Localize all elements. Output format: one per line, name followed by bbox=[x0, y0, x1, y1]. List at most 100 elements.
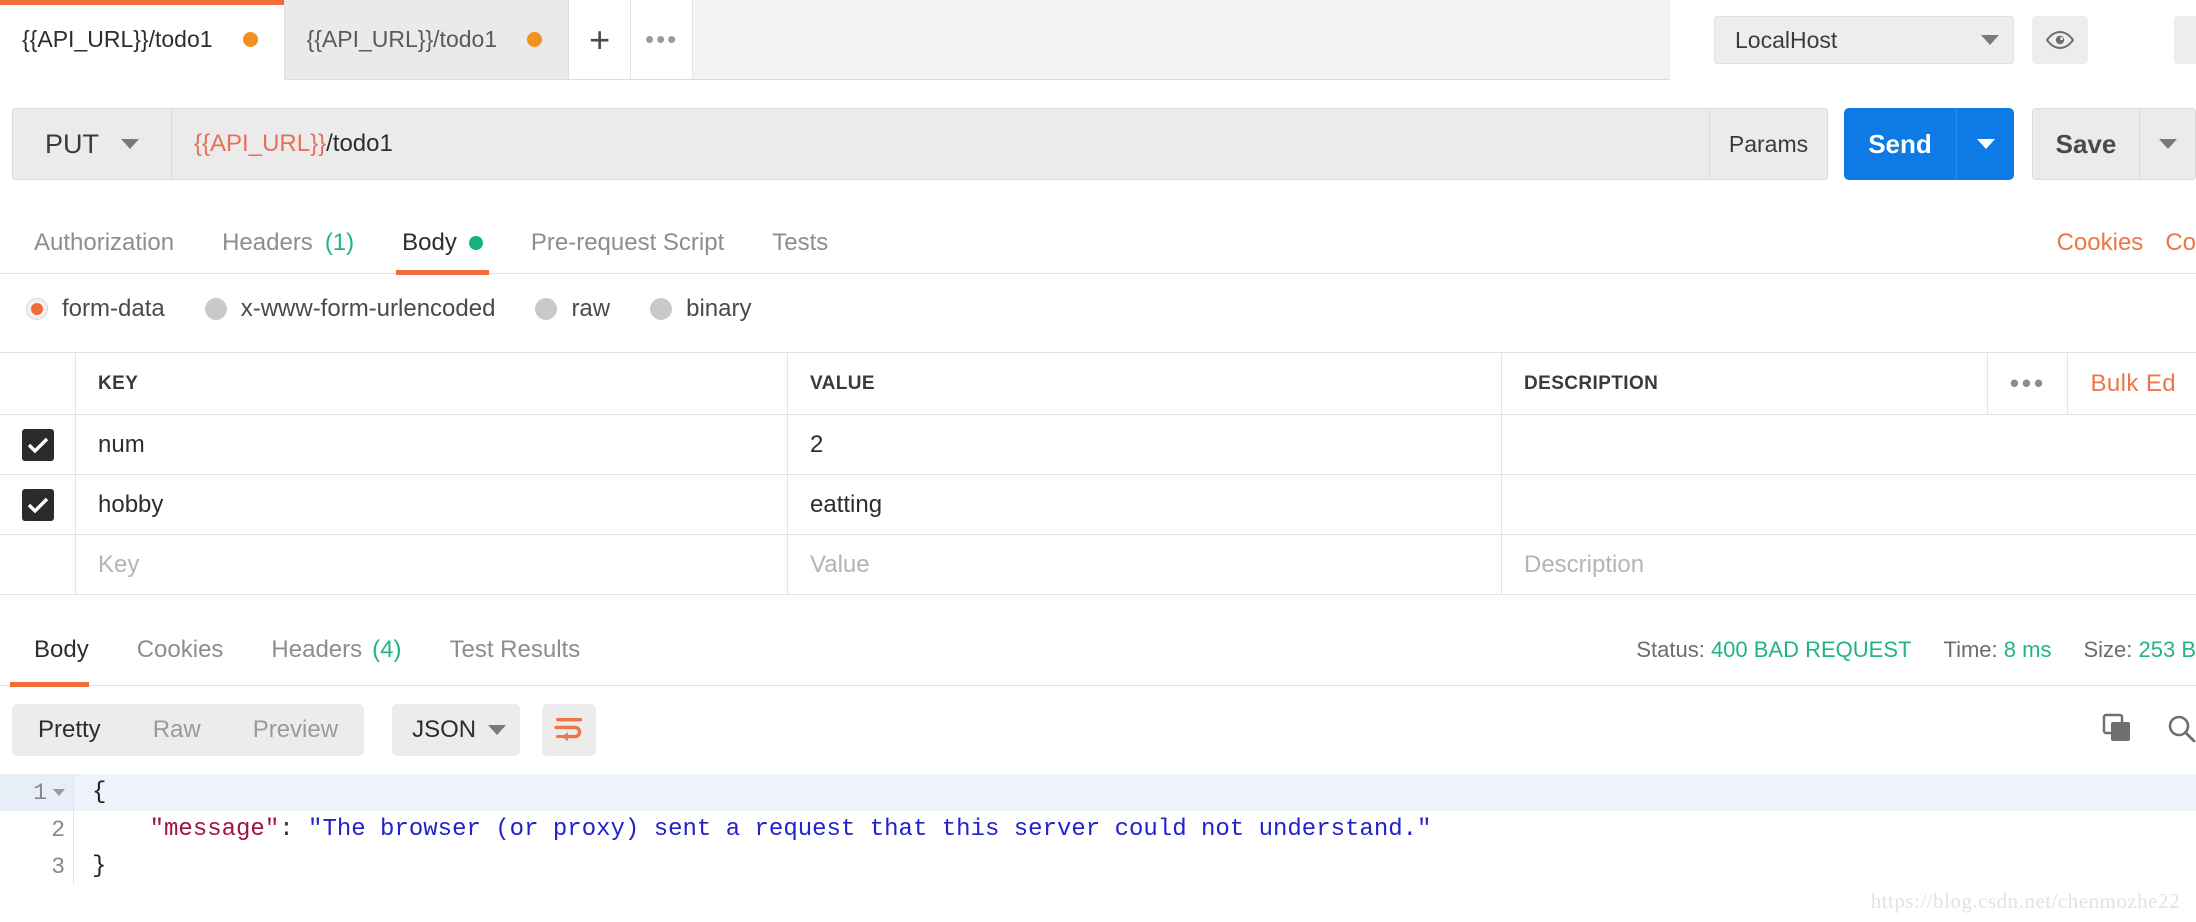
fold-toggle-icon[interactable] bbox=[53, 789, 65, 796]
row-checkbox-cell bbox=[0, 415, 76, 474]
response-tab-headers[interactable]: Headers (4) bbox=[247, 614, 425, 686]
response-tab-body[interactable]: Body bbox=[10, 614, 113, 686]
tab-pre-request-script[interactable]: Pre-request Script bbox=[507, 212, 748, 274]
postman-window: {{API_URL}}/todo1 {{API_URL}}/todo1 + ••… bbox=[0, 0, 2196, 922]
chevron-down-icon bbox=[1977, 139, 1995, 149]
environment-extra-button[interactable] bbox=[2174, 16, 2196, 64]
new-row-description-input[interactable]: Description bbox=[1502, 535, 2196, 594]
code-line-text: } bbox=[74, 853, 106, 880]
view-pretty-button[interactable]: Pretty bbox=[12, 704, 127, 756]
bulk-edit-button[interactable]: Bulk Ed bbox=[2067, 353, 2196, 414]
new-row-key-input[interactable]: Key bbox=[76, 535, 788, 594]
time-label: Time: bbox=[1943, 637, 1997, 662]
row-checkbox[interactable] bbox=[22, 489, 54, 521]
cookies-link[interactable]: Cookies bbox=[2057, 229, 2144, 257]
response-tab-cookies[interactable]: Cookies bbox=[113, 614, 248, 686]
unsaved-dot-icon bbox=[243, 32, 258, 47]
tab-authorization-label: Authorization bbox=[34, 229, 174, 257]
save-label: Save bbox=[2056, 129, 2117, 160]
row-value-input[interactable]: eatting bbox=[788, 475, 1502, 534]
send-options-button[interactable] bbox=[1956, 108, 2014, 180]
response-format-select[interactable]: JSON bbox=[392, 704, 520, 756]
radio-binary-indicator bbox=[650, 298, 672, 320]
response-meta: Status: 400 BAD REQUEST Time: 8 ms Size:… bbox=[1636, 637, 2196, 663]
row-key-input[interactable]: hobby bbox=[76, 475, 788, 534]
line-number-text: 2 bbox=[51, 817, 65, 843]
code-line-text: "message": "The browser (or proxy) sent … bbox=[74, 816, 1431, 843]
view-preview-button[interactable]: Preview bbox=[227, 704, 364, 756]
radio-raw[interactable]: raw bbox=[535, 295, 610, 323]
request-tab-1[interactable]: {{API_URL}}/todo1 bbox=[0, 0, 285, 79]
save-options-button[interactable] bbox=[2140, 108, 2196, 180]
save-button[interactable]: Save bbox=[2032, 108, 2140, 180]
request-url-input[interactable]: {{API_URL}}/todo1 bbox=[172, 108, 1710, 180]
response-body-viewer[interactable]: 1 { 2 "message": "The browser (or proxy)… bbox=[0, 774, 2196, 922]
environment-selected-label: LocalHost bbox=[1735, 27, 1981, 54]
row-checkbox[interactable] bbox=[22, 429, 54, 461]
search-button[interactable] bbox=[2166, 713, 2196, 748]
code-token-colon: : bbox=[279, 816, 308, 843]
line-number: 3 bbox=[0, 848, 74, 885]
size-label: Size: bbox=[2083, 637, 2132, 662]
row-description-input[interactable] bbox=[1502, 415, 2196, 474]
save-button-group: Save bbox=[2032, 108, 2196, 180]
environment-zone: LocalHost bbox=[1670, 0, 2196, 80]
size-value: 253 B bbox=[2139, 637, 2196, 662]
radio-x-www-form-urlencoded[interactable]: x-www-form-urlencoded bbox=[205, 295, 496, 323]
copy-icon bbox=[2102, 713, 2132, 748]
radio-form-data[interactable]: form-data bbox=[26, 295, 165, 323]
response-tab-test-results-label: Test Results bbox=[449, 636, 580, 664]
tab-tests[interactable]: Tests bbox=[748, 212, 852, 274]
response-view-segmented-control: Pretty Raw Preview bbox=[12, 704, 364, 756]
send-button-group: Send bbox=[1844, 108, 2014, 180]
row-checkbox-cell bbox=[0, 475, 76, 534]
line-number: 1 bbox=[0, 774, 74, 811]
environment-select[interactable]: LocalHost bbox=[1714, 16, 2014, 64]
ellipsis-icon[interactable]: ••• bbox=[631, 0, 693, 79]
row-key-input[interactable]: num bbox=[76, 415, 788, 474]
word-wrap-button[interactable] bbox=[542, 704, 596, 756]
url-variable-token: {{API_URL}} bbox=[194, 130, 326, 158]
table-options-icon[interactable]: ••• bbox=[1987, 353, 2067, 414]
radio-binary[interactable]: binary bbox=[650, 295, 751, 323]
header-description-cell: DESCRIPTION ••• Bulk Ed bbox=[1502, 353, 2196, 414]
plus-icon[interactable]: + bbox=[569, 0, 631, 79]
table-row: num 2 bbox=[0, 415, 2196, 475]
word-wrap-icon bbox=[553, 715, 585, 746]
status-badge: 400 BAD REQUEST bbox=[1711, 637, 1912, 662]
chevron-down-icon bbox=[488, 725, 506, 735]
tab-authorization[interactable]: Authorization bbox=[10, 212, 198, 274]
response-tab-body-label: Body bbox=[34, 636, 89, 664]
time-group: Time: 8 ms bbox=[1943, 637, 2051, 663]
copy-button[interactable] bbox=[2102, 713, 2132, 748]
unsaved-dot-icon bbox=[527, 32, 542, 47]
row-description-input[interactable] bbox=[1502, 475, 2196, 534]
radio-x-www-form-urlencoded-indicator bbox=[205, 298, 227, 320]
code-link[interactable]: Co bbox=[2165, 229, 2196, 257]
line-number: 2 bbox=[0, 811, 74, 848]
search-icon bbox=[2166, 713, 2196, 748]
code-line-text: { bbox=[74, 779, 106, 806]
view-raw-button[interactable]: Raw bbox=[127, 704, 227, 756]
header-key: KEY bbox=[76, 353, 788, 414]
tab-tests-label: Tests bbox=[772, 229, 828, 257]
radio-x-www-form-urlencoded-label: x-www-form-urlencoded bbox=[241, 295, 496, 323]
send-button[interactable]: Send bbox=[1844, 108, 1956, 180]
request-tab-2[interactable]: {{API_URL}}/todo1 bbox=[285, 0, 570, 79]
tab-headers[interactable]: Headers (1) bbox=[198, 212, 378, 274]
response-tab-test-results[interactable]: Test Results bbox=[425, 614, 604, 686]
form-data-table: KEY VALUE DESCRIPTION ••• Bulk Ed num 2 bbox=[0, 352, 2196, 595]
tab-body[interactable]: Body bbox=[378, 212, 507, 274]
table-header-row: KEY VALUE DESCRIPTION ••• Bulk Ed bbox=[0, 353, 2196, 415]
table-row: hobby eatting bbox=[0, 475, 2196, 535]
environment-quick-look-button[interactable] bbox=[2032, 16, 2088, 64]
header-value: VALUE bbox=[788, 353, 1502, 414]
tab-body-label: Body bbox=[402, 229, 457, 257]
params-button[interactable]: Params bbox=[1710, 108, 1828, 180]
code-token-string: "The browser (or proxy) sent a request t… bbox=[308, 816, 1431, 843]
new-row-value-input[interactable]: Value bbox=[788, 535, 1502, 594]
http-method-select[interactable]: PUT bbox=[12, 108, 172, 180]
row-value-input[interactable]: 2 bbox=[788, 415, 1502, 474]
new-row-checkbox-cell bbox=[0, 535, 76, 594]
response-tab-cookies-label: Cookies bbox=[137, 636, 224, 664]
